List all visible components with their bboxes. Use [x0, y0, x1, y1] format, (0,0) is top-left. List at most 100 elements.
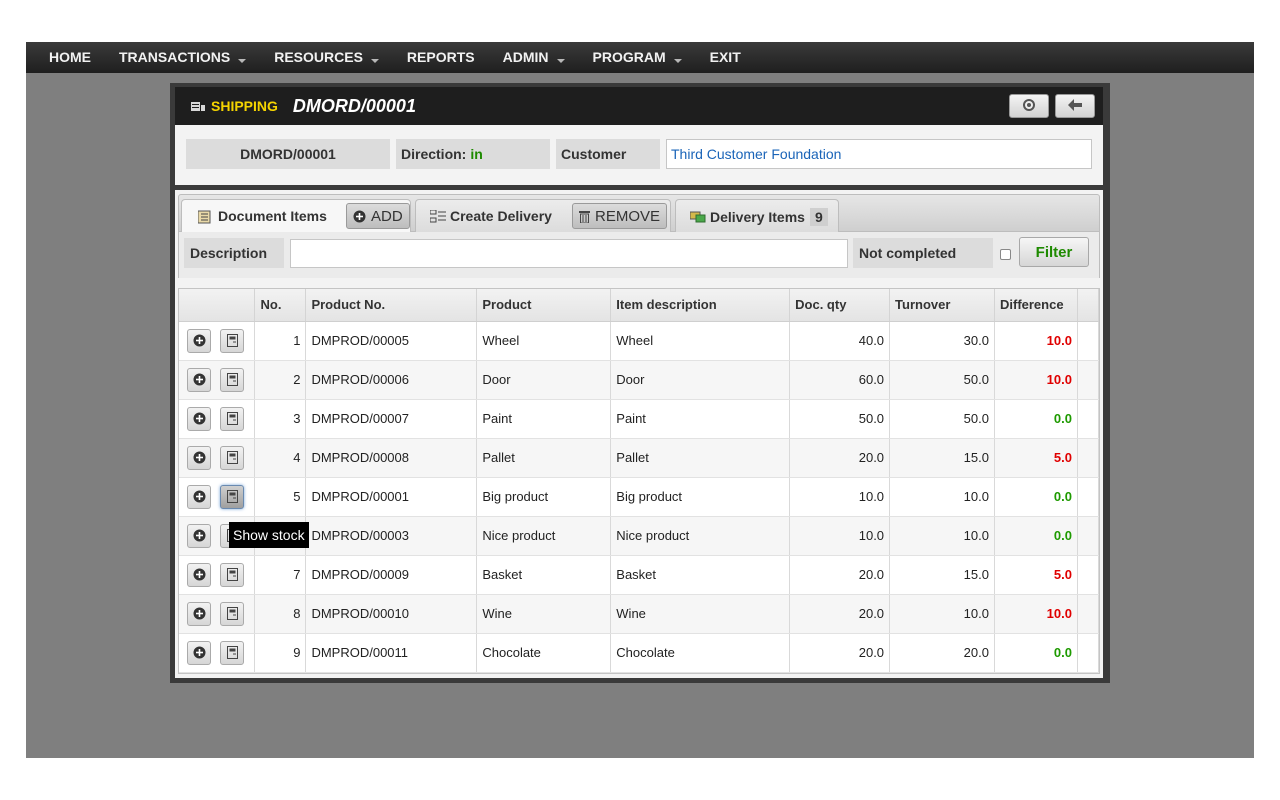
add-row-button[interactable] — [187, 406, 211, 431]
cell-turnover: 50.0 — [889, 360, 995, 400]
cell-turnover: 15.0 — [889, 438, 995, 478]
tab-delivery-items[interactable]: Delivery Items 9 — [675, 199, 839, 232]
caret-down-icon — [370, 58, 379, 63]
add-row-button[interactable] — [187, 484, 211, 509]
add-row-button[interactable] — [187, 640, 211, 665]
cell-item-description: Wine — [610, 594, 791, 634]
show-stock-button[interactable] — [220, 484, 244, 509]
order-number: DMORD/00001 — [186, 139, 390, 169]
menu-home[interactable]: HOME — [35, 42, 105, 73]
column-header-product[interactable]: Product — [476, 289, 612, 322]
menu-reports-label: REPORTS — [406, 49, 475, 65]
cell-item-description: Wheel — [610, 321, 791, 361]
tab-document-items[interactable]: Document Items ADD — [181, 199, 411, 233]
cell-product-no: DMPROD/00011 — [305, 633, 478, 673]
table-row[interactable]: 9 DMPROD/00011 Chocolate Chocolate 20.0 20.0 0… — [179, 633, 1100, 673]
caret-down-icon — [673, 58, 682, 63]
cell-no: 4 — [254, 438, 307, 478]
help-icon — [1022, 98, 1036, 115]
add-row-button[interactable] — [187, 601, 211, 626]
table-row[interactable]: 2 DMPROD/00006 Door Door 60.0 50.0 10.0 — [179, 360, 1100, 400]
add-button[interactable]: ADD — [346, 203, 410, 229]
cell-difference: 0.0 — [994, 477, 1078, 517]
cell-difference: 10.0 — [994, 321, 1078, 361]
filter-button[interactable]: Filter — [1019, 237, 1089, 267]
table-row[interactable]: 5 DMPROD/00001 Big product Big product 10.0 1… — [179, 477, 1100, 517]
menu-program-label: PROGRAM — [592, 49, 666, 65]
not-completed-checkbox[interactable] — [1000, 249, 1011, 260]
cell-spacer — [1077, 399, 1100, 439]
help-button[interactable] — [1009, 94, 1049, 118]
column-header-doc-qty[interactable]: Doc. qty — [789, 289, 891, 322]
menu-admin[interactable]: ADMIN — [489, 42, 579, 73]
add-row-button[interactable] — [187, 328, 211, 353]
table-row[interactable]: 1 DMPROD/00005 Wheel Wheel 40.0 30.0 10.0 — [179, 321, 1100, 361]
remove-button-label: REMOVE — [595, 207, 661, 225]
cell-doc-qty: 20.0 — [789, 633, 891, 673]
table-row[interactable]: 6DMPROD/00003Nice productNice product10.… — [179, 516, 1100, 556]
tab-create-delivery[interactable]: Create Delivery REMOVE — [415, 199, 671, 232]
column-header-item-description[interactable]: Item description — [610, 289, 791, 322]
show-stock-button[interactable] — [220, 328, 244, 353]
cell-item-description: Door — [610, 360, 791, 400]
cell-doc-qty: 50.0 — [789, 399, 891, 439]
menu-program[interactable]: PROGRAM — [579, 42, 696, 73]
cell-difference: 0.0 — [994, 516, 1078, 556]
show-stock-button[interactable] — [220, 640, 244, 665]
row-actions-cell — [179, 477, 256, 517]
show-stock-button[interactable] — [220, 562, 244, 587]
delivery-count-badge: 9 — [809, 208, 828, 226]
add-row-button[interactable] — [187, 445, 211, 470]
cell-doc-qty: 40.0 — [789, 321, 891, 361]
add-row-button[interactable] — [187, 562, 211, 587]
create-delivery-icon — [429, 209, 447, 227]
description-input[interactable] — [290, 239, 848, 268]
menu-transactions[interactable]: TRANSACTIONS — [105, 42, 260, 73]
document-items-grid: No. Product No. Product Item description… — [178, 288, 1100, 674]
customer-field[interactable]: Third Customer Foundation — [666, 139, 1092, 169]
cell-item-description: Basket — [610, 555, 791, 595]
cell-turnover: 10.0 — [889, 477, 995, 517]
table-row[interactable]: 7 DMPROD/00009 Basket Basket 20.0 15.0 5.0 — [179, 555, 1100, 595]
plus-circle-icon — [353, 210, 366, 223]
row-actions-cell — [179, 321, 256, 361]
show-stock-button[interactable] — [220, 367, 244, 392]
cell-doc-qty: 20.0 — [789, 555, 891, 595]
stock-icon — [226, 607, 238, 620]
menu-reports[interactable]: REPORTS — [393, 42, 489, 73]
show-stock-button[interactable] — [220, 601, 244, 626]
menu-transactions-label: TRANSACTIONS — [119, 49, 231, 65]
cell-item-description: Chocolate — [610, 633, 791, 673]
row-actions-cell — [179, 633, 256, 673]
table-row[interactable]: 3 DMPROD/00007 Paint Paint 50.0 50.0 0.0 — [179, 399, 1100, 439]
show-stock-button[interactable] — [220, 406, 244, 431]
table-row[interactable]: 8 DMPROD/00010 Wine Wine 20.0 10.0 10.0 — [179, 594, 1100, 634]
column-header-no[interactable]: No. — [254, 289, 307, 322]
add-row-button[interactable] — [187, 367, 211, 392]
cell-product-no: DMPROD/00007 — [305, 399, 478, 439]
delivery-items-icon — [689, 211, 706, 226]
cell-no: 9 — [254, 633, 307, 673]
trash-icon — [579, 210, 590, 223]
main-menu: HOME TRANSACTIONS RESOURCES REPORTS ADMI… — [26, 42, 1254, 73]
cell-product-no: DMPROD/00001 — [305, 477, 478, 517]
arrow-left-icon — [1068, 98, 1082, 114]
column-header-product-no[interactable]: Product No. — [305, 289, 478, 322]
add-row-button[interactable] — [187, 523, 211, 548]
remove-button[interactable]: REMOVE — [572, 203, 668, 229]
plus-circle-icon — [193, 334, 206, 347]
cell-product-no: DMPROD/00005 — [305, 321, 478, 361]
menu-resources[interactable]: RESOURCES — [260, 42, 393, 73]
show-stock-button[interactable] — [220, 445, 244, 470]
window-title-bar: SHIPPING DMORD/00001 — [175, 87, 1103, 125]
cell-product: Wine — [476, 594, 612, 634]
column-header-difference[interactable]: Difference — [994, 289, 1078, 322]
column-header-turnover[interactable]: Turnover — [889, 289, 995, 322]
menu-exit-label: EXIT — [709, 49, 741, 65]
plus-circle-icon — [193, 529, 206, 542]
table-row[interactable]: 4 DMPROD/00008 Pallet Pallet 20.0 15.0 5.0 — [179, 438, 1100, 478]
cell-item-description: Nice product — [610, 516, 791, 556]
menu-exit[interactable]: EXIT — [696, 42, 755, 73]
cell-doc-qty: 20.0 — [789, 438, 891, 478]
back-button[interactable] — [1055, 94, 1095, 118]
